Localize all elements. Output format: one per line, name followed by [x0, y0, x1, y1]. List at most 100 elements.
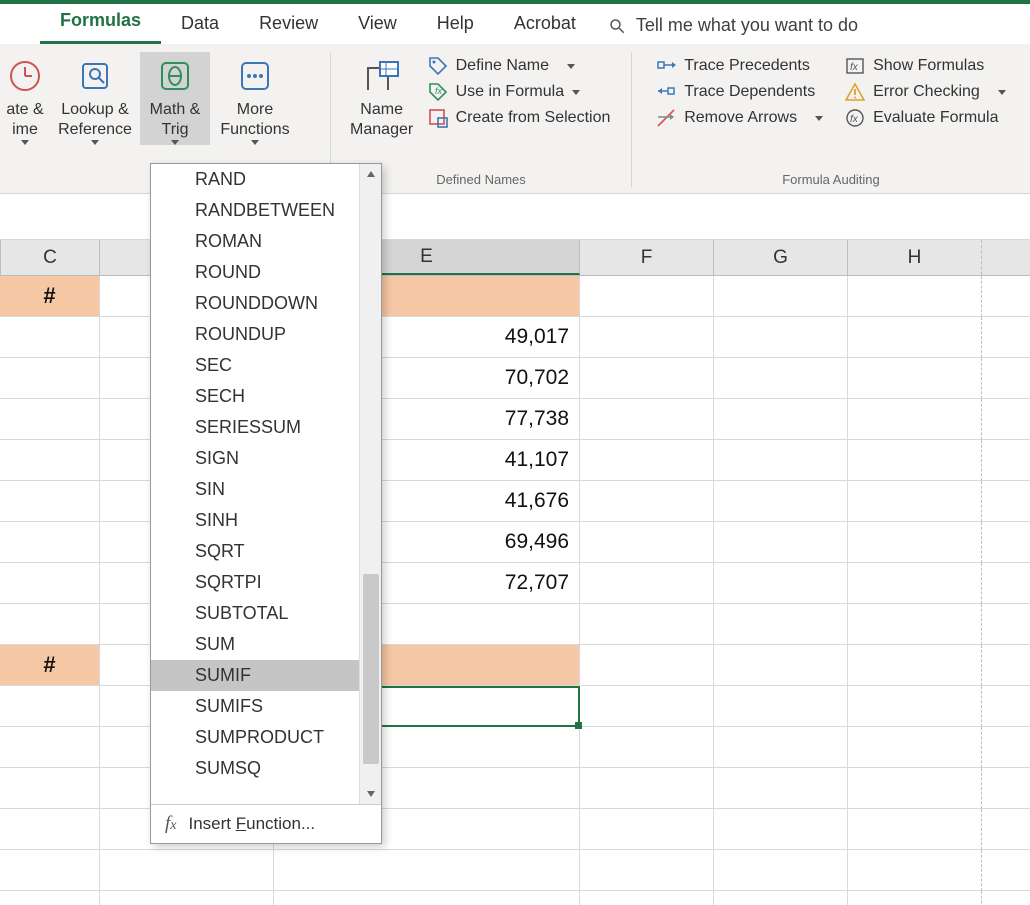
cell[interactable]	[982, 358, 1030, 399]
scroll-down-icon[interactable]	[360, 784, 381, 804]
evaluate-formula-button[interactable]: fx Evaluate Formula	[845, 108, 1006, 128]
cell[interactable]	[580, 481, 714, 522]
cell[interactable]	[982, 768, 1030, 809]
cell[interactable]	[0, 727, 100, 768]
cell[interactable]	[580, 563, 714, 604]
cell[interactable]	[848, 276, 982, 317]
cell[interactable]	[848, 522, 982, 563]
column-header-h[interactable]: H	[848, 240, 982, 275]
cell[interactable]	[0, 850, 100, 891]
tab-help[interactable]: Help	[417, 5, 494, 44]
fn-sumproduct[interactable]: SUMPRODUCT	[151, 722, 381, 753]
cell[interactable]	[0, 604, 100, 645]
cell[interactable]	[714, 440, 848, 481]
cell[interactable]	[580, 440, 714, 481]
cell[interactable]	[848, 768, 982, 809]
fn-sum[interactable]: SUM	[151, 629, 381, 660]
cell[interactable]	[848, 481, 982, 522]
cell[interactable]	[848, 317, 982, 358]
tab-data[interactable]: Data	[161, 5, 239, 44]
cell[interactable]	[982, 604, 1030, 645]
cell[interactable]	[848, 850, 982, 891]
cell[interactable]	[580, 276, 714, 317]
fn-sqrt[interactable]: SQRT	[151, 536, 381, 567]
fn-randbetween[interactable]: RANDBETWEEN	[151, 195, 381, 226]
cell[interactable]	[0, 399, 100, 440]
fn-roman[interactable]: ROMAN	[151, 226, 381, 257]
fn-sumifs[interactable]: SUMIFS	[151, 691, 381, 722]
cell[interactable]	[848, 891, 982, 905]
cell[interactable]	[580, 645, 714, 686]
cell[interactable]	[848, 358, 982, 399]
error-checking-button[interactable]: Error Checking	[845, 82, 1006, 102]
cell[interactable]	[982, 522, 1030, 563]
trace-dependents-button[interactable]: Trace Dependents	[656, 82, 823, 102]
function-list[interactable]: RAND RANDBETWEEN ROMAN ROUND ROUNDDOWN R…	[151, 164, 381, 804]
scroll-up-icon[interactable]	[360, 164, 381, 184]
cell[interactable]	[580, 317, 714, 358]
fn-round[interactable]: ROUND	[151, 257, 381, 288]
show-formulas-button[interactable]: fx Show Formulas	[845, 56, 1006, 76]
cell[interactable]	[982, 727, 1030, 768]
cell[interactable]	[982, 440, 1030, 481]
cell[interactable]	[982, 645, 1030, 686]
fn-sech[interactable]: SECH	[151, 381, 381, 412]
cell[interactable]	[714, 727, 848, 768]
cell[interactable]	[714, 317, 848, 358]
cell[interactable]	[714, 891, 848, 905]
cell[interactable]	[714, 850, 848, 891]
cell[interactable]	[848, 686, 982, 727]
cell[interactable]	[848, 727, 982, 768]
fn-rand[interactable]: RAND	[151, 164, 381, 195]
fn-roundup[interactable]: ROUNDUP	[151, 319, 381, 350]
cell[interactable]	[982, 891, 1030, 905]
scroll-thumb[interactable]	[363, 574, 379, 764]
lookup-reference-button[interactable]: Lookup & Reference	[50, 52, 140, 145]
cell[interactable]	[580, 727, 714, 768]
fn-rounddown[interactable]: ROUNDDOWN	[151, 288, 381, 319]
fn-seriessum[interactable]: SERIESSUM	[151, 412, 381, 443]
cell[interactable]	[982, 809, 1030, 850]
fn-sqrtpi[interactable]: SQRTPI	[151, 567, 381, 598]
cell[interactable]	[848, 645, 982, 686]
cell[interactable]	[848, 399, 982, 440]
cell[interactable]	[0, 891, 100, 905]
cell[interactable]	[274, 850, 580, 891]
cell[interactable]	[714, 686, 848, 727]
fn-sumif[interactable]: SUMIF	[151, 660, 381, 691]
cell[interactable]	[0, 317, 100, 358]
trace-precedents-button[interactable]: Trace Precedents	[656, 56, 823, 76]
cell[interactable]	[0, 440, 100, 481]
cell[interactable]	[580, 399, 714, 440]
cell[interactable]	[714, 481, 848, 522]
cell[interactable]	[0, 809, 100, 850]
create-from-selection-button[interactable]: Create from Selection	[428, 108, 611, 128]
cell[interactable]	[714, 768, 848, 809]
cell[interactable]	[982, 850, 1030, 891]
cell[interactable]	[848, 563, 982, 604]
tab-review[interactable]: Review	[239, 5, 338, 44]
tell-me-search[interactable]: Tell me what you want to do	[596, 7, 870, 44]
insert-function-button[interactable]: fx Insert Function...	[151, 804, 381, 843]
cell[interactable]	[714, 645, 848, 686]
name-manager-button[interactable]: Name Manager	[344, 52, 420, 140]
tab-acrobat[interactable]: Acrobat	[494, 5, 596, 44]
cell[interactable]	[580, 850, 714, 891]
cell[interactable]	[848, 440, 982, 481]
more-functions-button[interactable]: More Functions	[210, 52, 300, 145]
cell[interactable]	[580, 522, 714, 563]
cell[interactable]	[0, 686, 100, 727]
cell[interactable]	[580, 604, 714, 645]
use-in-formula-button[interactable]: fx Use in Formula	[428, 82, 611, 102]
cell[interactable]	[982, 563, 1030, 604]
fn-sin[interactable]: SIN	[151, 474, 381, 505]
cell[interactable]	[982, 399, 1030, 440]
cell[interactable]	[714, 563, 848, 604]
cell[interactable]	[0, 563, 100, 604]
fn-sec[interactable]: SEC	[151, 350, 381, 381]
column-header-c[interactable]: C	[0, 240, 100, 275]
cell[interactable]	[714, 358, 848, 399]
fn-sign[interactable]: SIGN	[151, 443, 381, 474]
remove-arrows-button[interactable]: Remove Arrows	[656, 108, 823, 128]
cell[interactable]	[274, 891, 580, 905]
